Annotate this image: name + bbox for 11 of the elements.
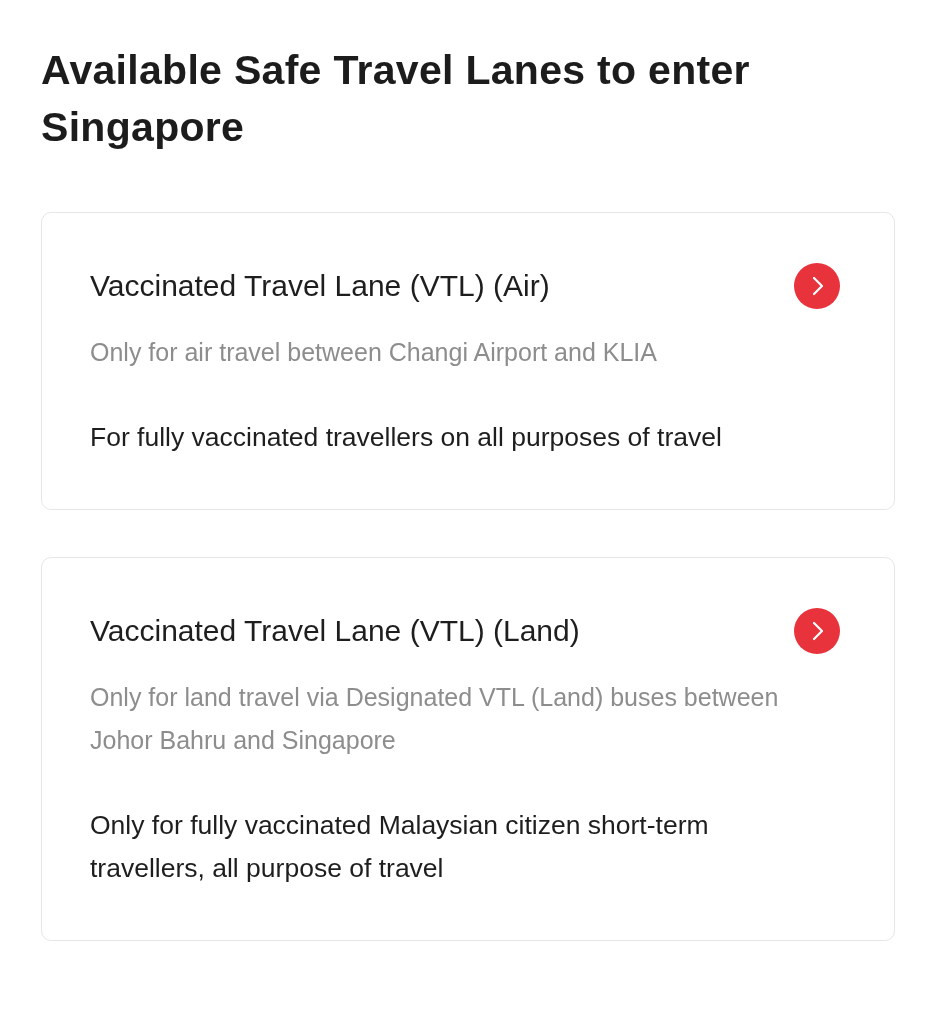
lane-subtitle: Only for land travel via Designated VTL (Land) buses between Johor Bahru and Singapore	[90, 682, 780, 756]
page-title: Available Safe Travel Lanes to enter Singapore	[41, 46, 751, 152]
lane-card[interactable]: Vaccinated Travel Lane (VTL) (Air) Only for air travel between Changi Airport and KLIA For fully vaccinated travellers on all purposes of travel	[41, 212, 895, 510]
lane-title: Vaccinated Travel Lane (VTL) (Land)	[90, 613, 580, 649]
chevron-right-icon[interactable]	[794, 608, 840, 654]
chevron-right-icon[interactable]	[794, 263, 840, 309]
lane-description: For fully vaccinated travellers on all purposes of travel	[90, 421, 723, 454]
lane-card[interactable]	[41, 557, 895, 941]
lane-description: Only for fully vaccinated Malaysian citizen short-term travellers, all purpose of travel	[90, 809, 710, 885]
lane-subtitle: Only for air travel between Changi Airport and KLIA	[90, 337, 658, 368]
lane-title: Vaccinated Travel Lane (VTL) (Air)	[90, 268, 550, 304]
